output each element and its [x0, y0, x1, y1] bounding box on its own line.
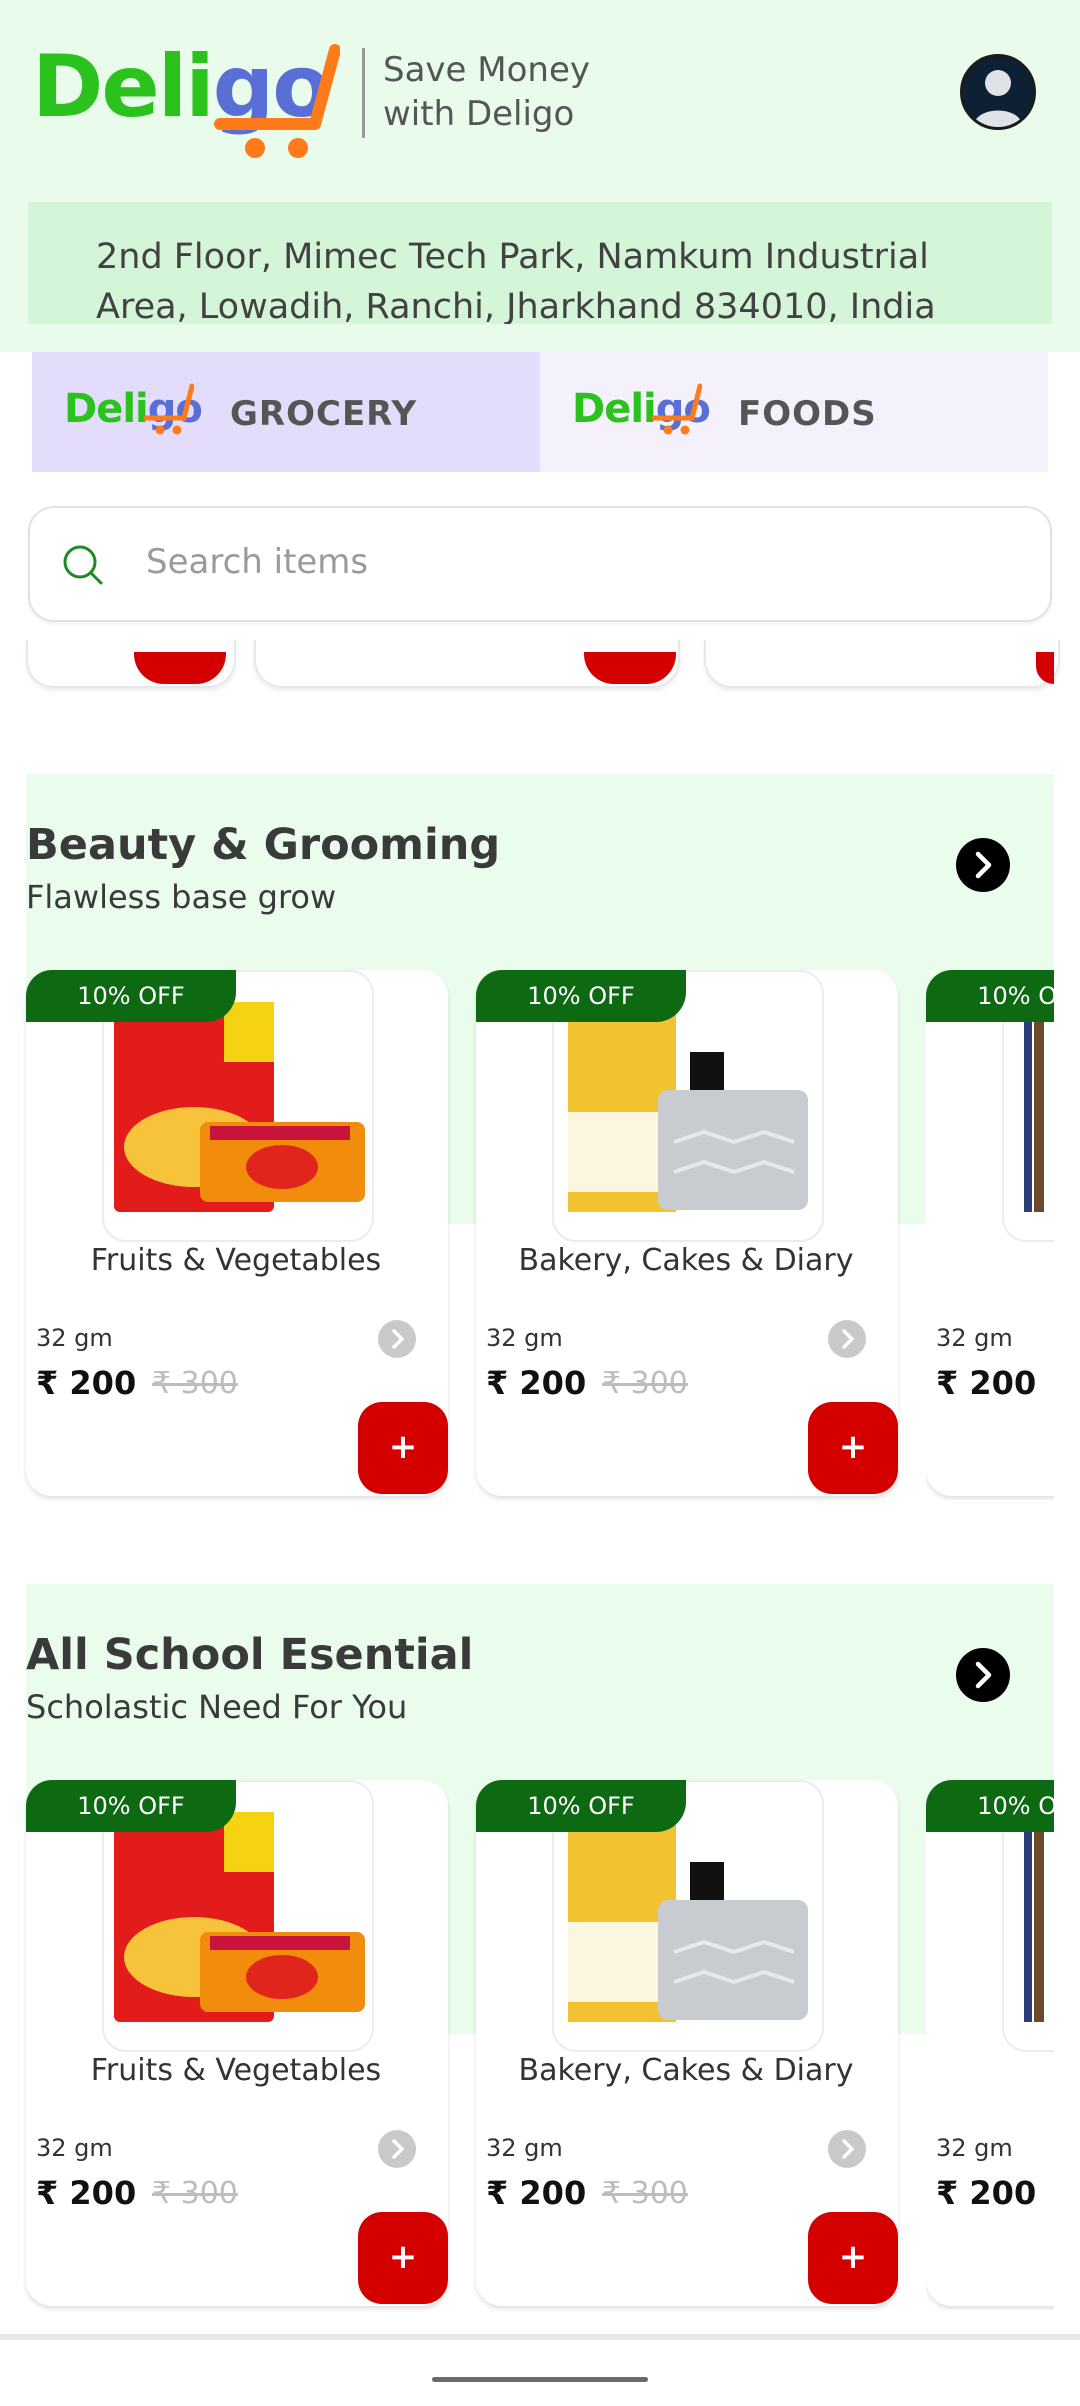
tab-grocery[interactable]: Deligo GROCERY — [32, 352, 540, 472]
product-card[interactable]: 10% OFF Bakery, Cakes & Diary 32 gm ₹ 20… — [476, 1780, 898, 2306]
header-divider — [362, 48, 365, 138]
chevron-right-icon — [392, 2139, 405, 2159]
add-to-cart-button[interactable]: + — [808, 1402, 898, 1494]
chevron-right-icon — [842, 1329, 855, 1349]
product-details-button[interactable] — [378, 1320, 416, 1358]
product-name: Fruits & Vegetables — [90, 1243, 382, 1278]
bottom-nav-area — [0, 2334, 1080, 2406]
user-avatar-icon[interactable] — [960, 54, 1036, 130]
product-details-button[interactable] — [378, 2130, 416, 2168]
partial-card[interactable] — [704, 640, 1060, 688]
discount-badge: 10% OFF — [476, 1780, 686, 1832]
cart-icon — [143, 383, 194, 435]
chevron-right-icon — [392, 1329, 405, 1349]
section-see-all-button[interactable] — [956, 1648, 1010, 1702]
discount-badge: 10% OFF — [476, 970, 686, 1022]
product-mrp: ₹ 300 — [152, 1366, 238, 1401]
partial-add-button[interactable] — [134, 652, 226, 684]
product-card[interactable]: 10% OFF Bakery, Cakes & Diary 32 gm ₹ 20… — [476, 970, 898, 1496]
deligo-logo[interactable]: Deligo — [32, 44, 352, 164]
product-price: ₹ 200 — [486, 1364, 587, 1402]
section-subtitle: Scholastic Need For You — [26, 1688, 408, 1726]
product-card[interactable]: 10% OFF Fruits & Vegetables 32 gm ₹ 200 … — [26, 1780, 448, 2306]
product-price: ₹ 200 — [36, 2174, 137, 2212]
section-see-all-button[interactable] — [956, 838, 1010, 892]
section-title: Beauty & Grooming — [26, 820, 501, 870]
product-card[interactable]: 10% OFF M 32 gm ₹ 200 — [926, 1780, 1054, 2306]
product-weight: 32 gm — [936, 1324, 1013, 1352]
product-name: Bakery, Cakes & Diary — [518, 2053, 854, 2088]
search-icon — [63, 545, 103, 585]
add-to-cart-button[interactable]: + — [808, 2212, 898, 2304]
product-card[interactable]: 10% OFF Fruits & Vegetables 32 gm ₹ 200 … — [26, 970, 448, 1496]
product-mrp: ₹ 300 — [602, 2176, 688, 2211]
tab-foods-label: FOODS — [738, 394, 877, 434]
product-name: M — [926, 2052, 1054, 2089]
product-name: Fruits & Vegetables — [90, 2053, 382, 2088]
product-card-clip: 10% OFF M 32 gm ₹ 200 — [926, 1780, 1054, 2310]
product-card[interactable]: 10% OFF M 32 gm ₹ 200 — [926, 970, 1054, 1496]
tab-foods[interactable]: Deligo FOODS — [540, 352, 1048, 472]
add-to-cart-button[interactable]: + — [358, 1402, 448, 1494]
delivery-address[interactable]: 2nd Floor, Mimec Tech Park, Namkum Indus… — [28, 202, 1052, 324]
discount-badge: 10% OFF — [26, 970, 236, 1022]
product-price: ₹ 200 — [486, 2174, 587, 2212]
chevron-right-icon — [975, 1661, 992, 1689]
discount-badge: 10% OFF — [926, 1780, 1054, 1832]
product-weight: 32 gm — [936, 2134, 1013, 2162]
chevron-right-icon — [975, 851, 992, 879]
cart-icon — [214, 44, 340, 158]
product-mrp: ₹ 300 — [152, 2176, 238, 2211]
address-text: 2nd Floor, Mimec Tech Park, Namkum Indus… — [96, 237, 936, 324]
product-details-button[interactable] — [828, 2130, 866, 2168]
search-bar[interactable]: Search items — [28, 506, 1052, 622]
product-name: M — [926, 1242, 1054, 1279]
discount-badge: 10% OFF — [926, 970, 1054, 1022]
product-price: ₹ 200 — [36, 1364, 137, 1402]
chevron-right-icon — [842, 2139, 855, 2159]
product-weight: 32 gm — [36, 2134, 113, 2162]
product-details-button[interactable] — [828, 1320, 866, 1358]
product-weight: 32 gm — [36, 1324, 113, 1352]
product-card-clip: 10% OFF M 32 gm ₹ 200 — [926, 970, 1054, 1500]
discount-badge: 10% OFF — [26, 1780, 236, 1832]
logo-text-deli: Deli — [32, 37, 215, 137]
add-to-cart-button[interactable]: + — [358, 2212, 448, 2304]
product-weight: 32 gm — [486, 2134, 563, 2162]
section-subtitle: Flawless base grow — [26, 878, 337, 916]
cart-icon — [651, 383, 702, 435]
product-mrp: ₹ 300 — [602, 1366, 688, 1401]
section-title: All School Esential — [26, 1630, 474, 1680]
product-weight: 32 gm — [486, 1324, 563, 1352]
tab-grocery-label: GROCERY — [230, 394, 418, 434]
product-price: ₹ 200 — [936, 1364, 1037, 1402]
product-price: ₹ 200 — [936, 2174, 1037, 2212]
home-indicator[interactable] — [432, 2377, 648, 2382]
product-name: Bakery, Cakes & Diary — [518, 1243, 854, 1278]
search-input[interactable]: Search items — [146, 542, 368, 582]
header-tagline: Save Money with Deligo — [383, 50, 590, 134]
partial-add-button[interactable] — [584, 652, 676, 684]
